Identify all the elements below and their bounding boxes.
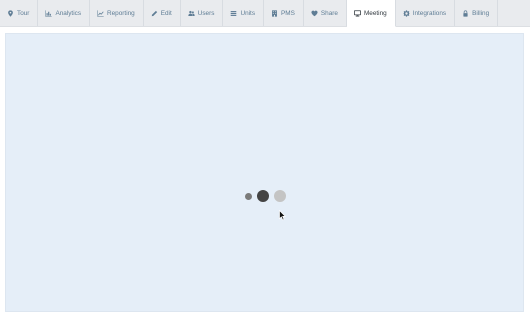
tab-analytics[interactable]: Analytics: [38, 0, 91, 26]
tab-share[interactable]: Share: [304, 0, 347, 26]
users-icon: [188, 10, 195, 17]
tab-label: Users: [197, 9, 215, 17]
tab-label: Units: [240, 9, 256, 17]
loading-dot-small: [245, 192, 252, 200]
tab-billing[interactable]: Billing: [455, 0, 499, 26]
tab-units[interactable]: Units: [223, 0, 265, 26]
gear-icon: [403, 9, 410, 17]
tab-label: Edit: [160, 9, 172, 17]
tab-reporting[interactable]: Reporting: [90, 0, 144, 26]
mouse-pointer-icon: [279, 210, 287, 221]
loading-dot-light: [274, 190, 286, 202]
tab-label: Reporting: [107, 9, 135, 17]
meeting-panel: [5, 33, 524, 312]
tab-label: Analytics: [55, 9, 82, 17]
heart-icon: [311, 10, 318, 17]
tab-edit[interactable]: Edit: [144, 0, 181, 26]
map-marker-icon: [7, 9, 14, 17]
tab-tour[interactable]: Tour: [0, 0, 39, 26]
tab-label: Share: [320, 9, 338, 17]
pencil-icon: [151, 10, 158, 17]
tab-integrations[interactable]: Integrations: [396, 0, 456, 26]
list-icon: [230, 10, 237, 17]
tab-pms[interactable]: PMS: [264, 0, 304, 26]
tab-label: PMS: [281, 9, 295, 17]
lock-icon: [462, 9, 469, 17]
tab-label: Integrations: [412, 9, 447, 17]
line-chart-icon: [97, 9, 104, 17]
loading-dot-dark: [257, 190, 269, 202]
tab-label: Tour: [17, 9, 30, 17]
bar-chart-icon: [45, 9, 53, 17]
tab-label: Meeting: [363, 9, 387, 17]
tab-bar: Tour Analytics Reporting Edit Users Unit…: [0, 0, 530, 27]
tab-users[interactable]: Users: [181, 0, 224, 26]
tab-meeting[interactable]: Meeting: [346, 0, 396, 27]
main-content: [0, 27, 530, 319]
tab-label: Billing: [472, 9, 490, 17]
loading-indicator: [245, 189, 286, 203]
desktop-icon: [353, 9, 361, 17]
building-icon: [271, 9, 278, 17]
